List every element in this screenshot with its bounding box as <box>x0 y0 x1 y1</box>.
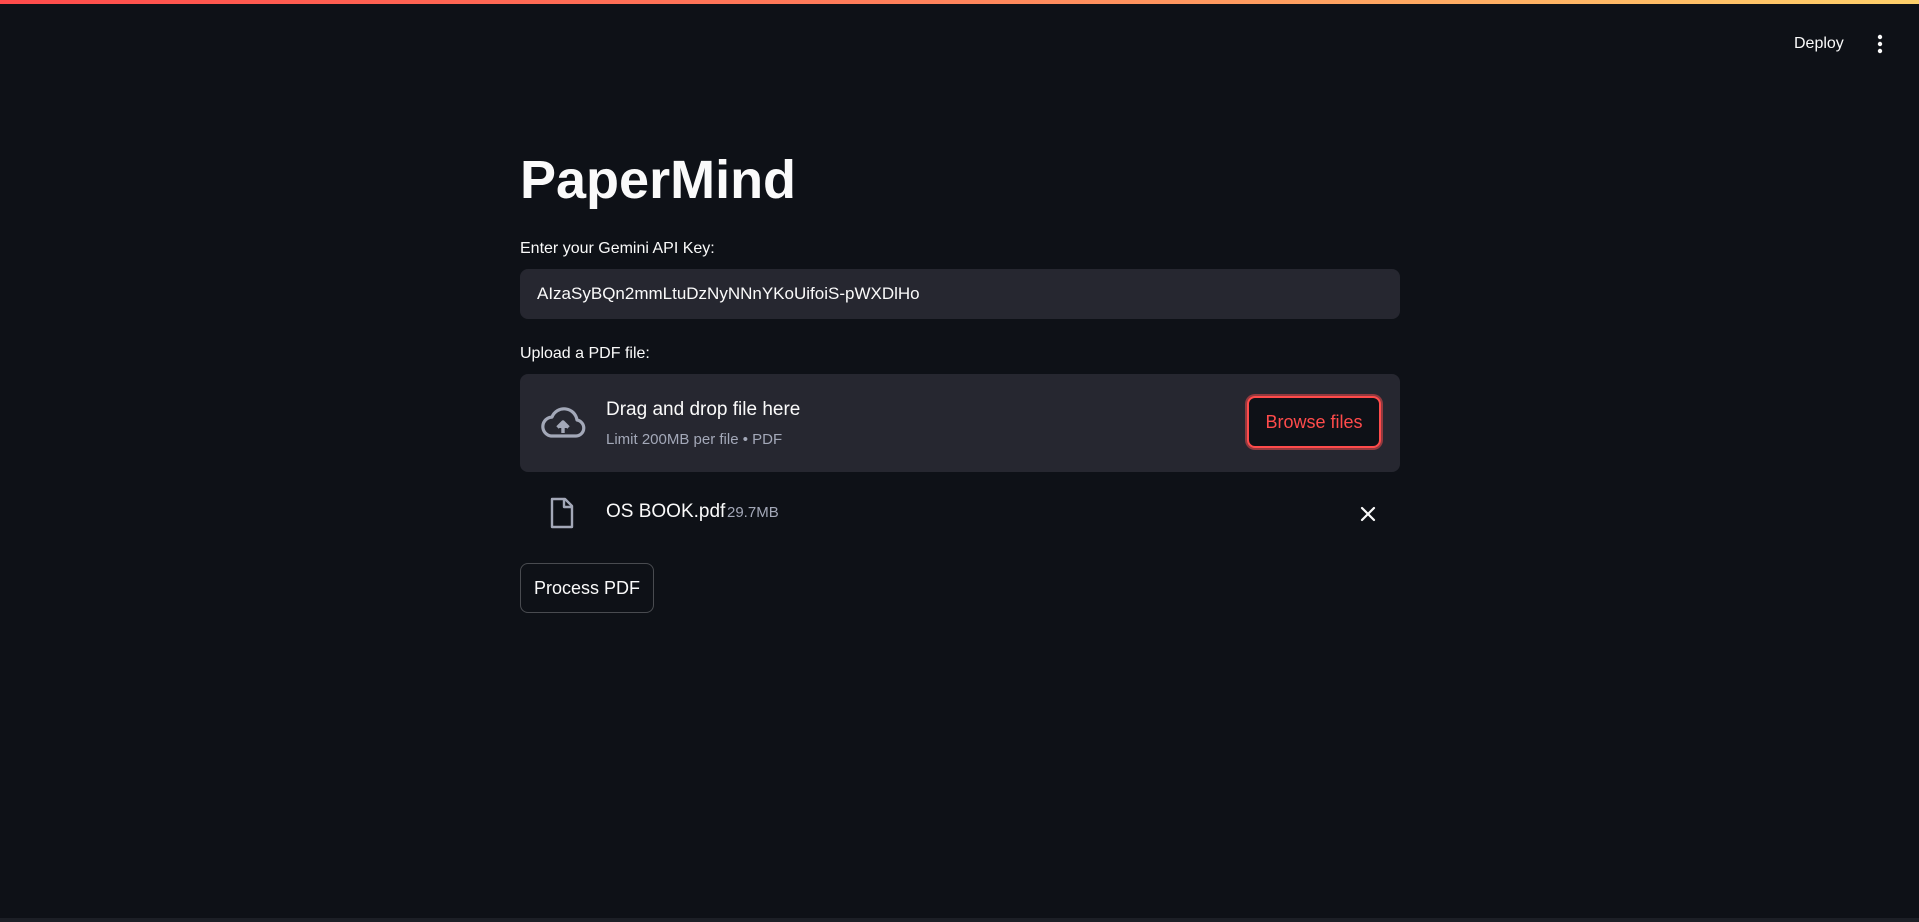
vertical-ellipsis-icon <box>1877 34 1883 54</box>
app-header: Deploy <box>0 4 1919 76</box>
process-pdf-button[interactable]: Process PDF <box>520 563 654 613</box>
uploaded-file-size: 29.7MB <box>727 504 779 521</box>
deploy-button[interactable]: Deploy <box>1784 28 1854 60</box>
dropzone-limit-text: Limit 200MB per file • PDF <box>606 431 783 448</box>
uploaded-file-item: OS BOOK.pdf 29.7MB <box>520 490 1400 534</box>
file-icon <box>550 497 574 529</box>
api-key-label: Enter your Gemini API Key: <box>520 240 715 257</box>
close-icon <box>1360 506 1376 522</box>
main-menu-button[interactable] <box>1866 28 1894 60</box>
dropzone-title: Drag and drop file here <box>606 399 801 420</box>
api-key-input[interactable] <box>520 269 1400 319</box>
bottom-edge <box>0 918 1919 922</box>
page-title: PaperMind <box>520 150 797 210</box>
cloud-upload-icon <box>541 407 586 438</box>
remove-file-button[interactable] <box>1354 500 1382 528</box>
browse-files-button[interactable]: Browse files <box>1247 396 1381 448</box>
file-uploader-label: Upload a PDF file: <box>520 345 650 362</box>
file-dropzone[interactable]: Drag and drop file here Limit 200MB per … <box>520 374 1400 472</box>
uploaded-file-name: OS BOOK.pdf <box>606 501 726 522</box>
